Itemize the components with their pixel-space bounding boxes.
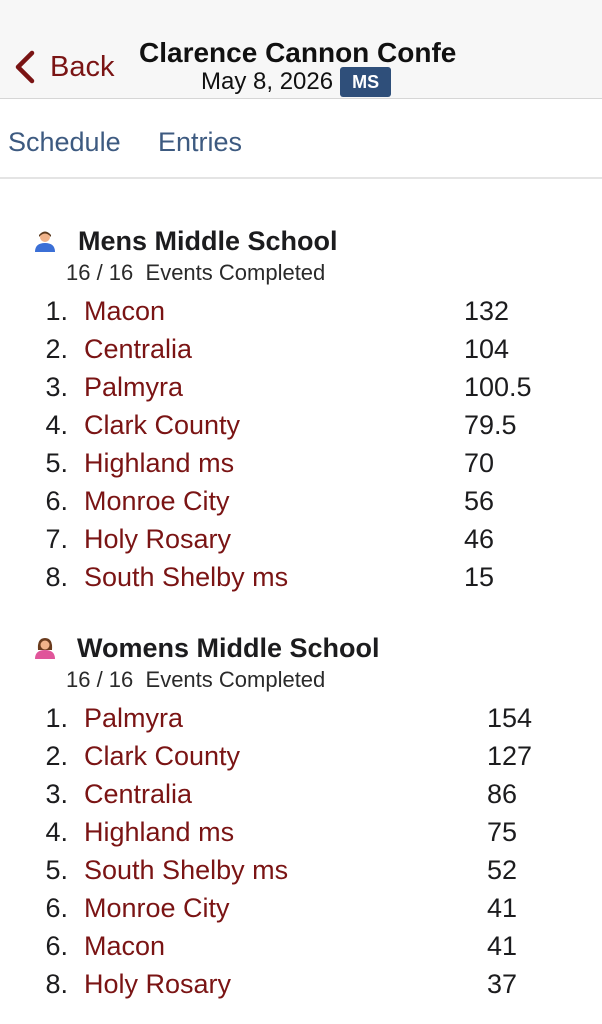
team-score: 154 — [487, 703, 533, 733]
team-link[interactable]: Highland ms — [84, 817, 234, 848]
team-link[interactable]: Macon — [84, 296, 165, 327]
team-link[interactable]: Clark County — [84, 741, 240, 772]
team-row: 6. Monroe City 56 — [0, 486, 602, 524]
section-header — [34, 222, 56, 262]
rank: 8. — [45, 562, 68, 592]
team-score: 70 — [464, 448, 495, 478]
team-score: 41 — [487, 893, 518, 923]
team-row: 5. Highland ms 70 — [0, 448, 602, 486]
team-link[interactable]: Highland ms — [84, 448, 234, 479]
rank: 7. — [45, 524, 68, 554]
team-row: 4. Clark County 79.5 — [0, 410, 602, 448]
team-row: 3. Centralia 86 — [0, 779, 602, 817]
team-link[interactable]: Holy Rosary — [84, 969, 231, 1000]
boy-person-icon — [35, 231, 55, 252]
team-score: 46 — [464, 524, 495, 554]
rank: 1. — [45, 296, 68, 326]
team-row: 6. Monroe City 41 — [0, 893, 602, 931]
events-completed-count: 16 / 16 — [66, 667, 134, 692]
team-score: 127 — [487, 741, 533, 771]
team-link[interactable]: Centralia — [84, 779, 192, 810]
events-completed-label: Events Completed — [145, 260, 326, 285]
team-row: 2. Clark County 127 — [0, 741, 602, 779]
team-score: 100.5 — [464, 372, 532, 402]
rank: 1. — [45, 703, 68, 733]
meet-date: May 8, 2026 — [201, 68, 334, 95]
rank: 5. — [45, 855, 68, 885]
team-link[interactable]: Centralia — [84, 334, 192, 365]
team-link[interactable]: Clark County — [84, 410, 240, 441]
rank: 5. — [45, 448, 68, 478]
events-completed-count: 16 / 16 — [66, 260, 134, 285]
rank: 3. — [45, 372, 68, 402]
team-link[interactable]: Monroe City — [84, 893, 230, 924]
back-label: Back — [50, 50, 115, 83]
team-score: 75 — [487, 817, 518, 847]
team-score: 52 — [487, 855, 518, 885]
team-score: 41 — [487, 931, 518, 961]
section-title: Womens Middle School — [77, 633, 380, 663]
rank: 6. — [45, 931, 68, 961]
navigation-bar: Back Clarence Cannon Confe May 8, 2026 M… — [0, 0, 602, 99]
events-completed-label: Events Completed — [145, 667, 326, 692]
rank: 2. — [45, 741, 68, 771]
rank: 6. — [45, 486, 68, 516]
team-link[interactable]: South Shelby ms — [84, 855, 288, 886]
team-score: 15 — [464, 562, 495, 592]
team-row: 4. Highland ms 75 — [0, 817, 602, 855]
team-score: 86 — [487, 779, 518, 809]
rank: 6. — [45, 893, 68, 923]
team-score: 79.5 — [464, 410, 517, 440]
team-row: 1. Macon 132 — [0, 296, 602, 334]
tab-entries[interactable]: Entries — [158, 127, 242, 158]
section-title: Mens Middle School — [78, 226, 338, 256]
team-link[interactable]: Holy Rosary — [84, 524, 231, 555]
team-link[interactable]: South Shelby ms — [84, 562, 288, 593]
chevron-left-icon — [15, 50, 35, 84]
back-button[interactable]: Back — [12, 44, 114, 90]
events-completed: 16 / 16 Events Completed — [66, 260, 325, 286]
team-row: 5. South Shelby ms 52 — [0, 855, 602, 893]
rank: 3. — [45, 779, 68, 809]
team-row: 8. Holy Rosary 37 — [0, 969, 602, 1007]
events-completed: 16 / 16 Events Completed — [66, 667, 325, 693]
girl-person-icon — [35, 638, 55, 659]
rank: 4. — [45, 410, 68, 440]
team-score: 132 — [464, 296, 510, 326]
team-row: 8. South Shelby ms 15 — [0, 562, 602, 600]
team-row: 1. Palmyra 154 — [0, 703, 602, 741]
rank: 2. — [45, 334, 68, 364]
tab-schedule[interactable]: Schedule — [8, 127, 121, 158]
team-row: 3. Palmyra 100.5 — [0, 372, 602, 410]
team-link[interactable]: Monroe City — [84, 486, 230, 517]
rank: 8. — [45, 969, 68, 999]
team-link[interactable]: Palmyra — [84, 372, 183, 403]
meet-date-row: May 8, 2026 MS — [201, 66, 392, 98]
level-badge: MS — [340, 67, 392, 97]
team-row: 2. Centralia 104 — [0, 334, 602, 372]
team-row: 6. Macon 41 — [0, 931, 602, 969]
page-title: Clarence Cannon Confe — [139, 37, 457, 68]
section-header — [34, 629, 56, 669]
rank: 4. — [45, 817, 68, 847]
team-score: 37 — [487, 969, 518, 999]
team-row: 7. Holy Rosary 46 — [0, 524, 602, 562]
team-link[interactable]: Macon — [84, 931, 165, 962]
team-link[interactable]: Palmyra — [84, 703, 183, 734]
team-score: 56 — [464, 486, 495, 516]
tab-bar: Schedule Entries — [0, 99, 602, 179]
team-score: 104 — [464, 334, 510, 364]
